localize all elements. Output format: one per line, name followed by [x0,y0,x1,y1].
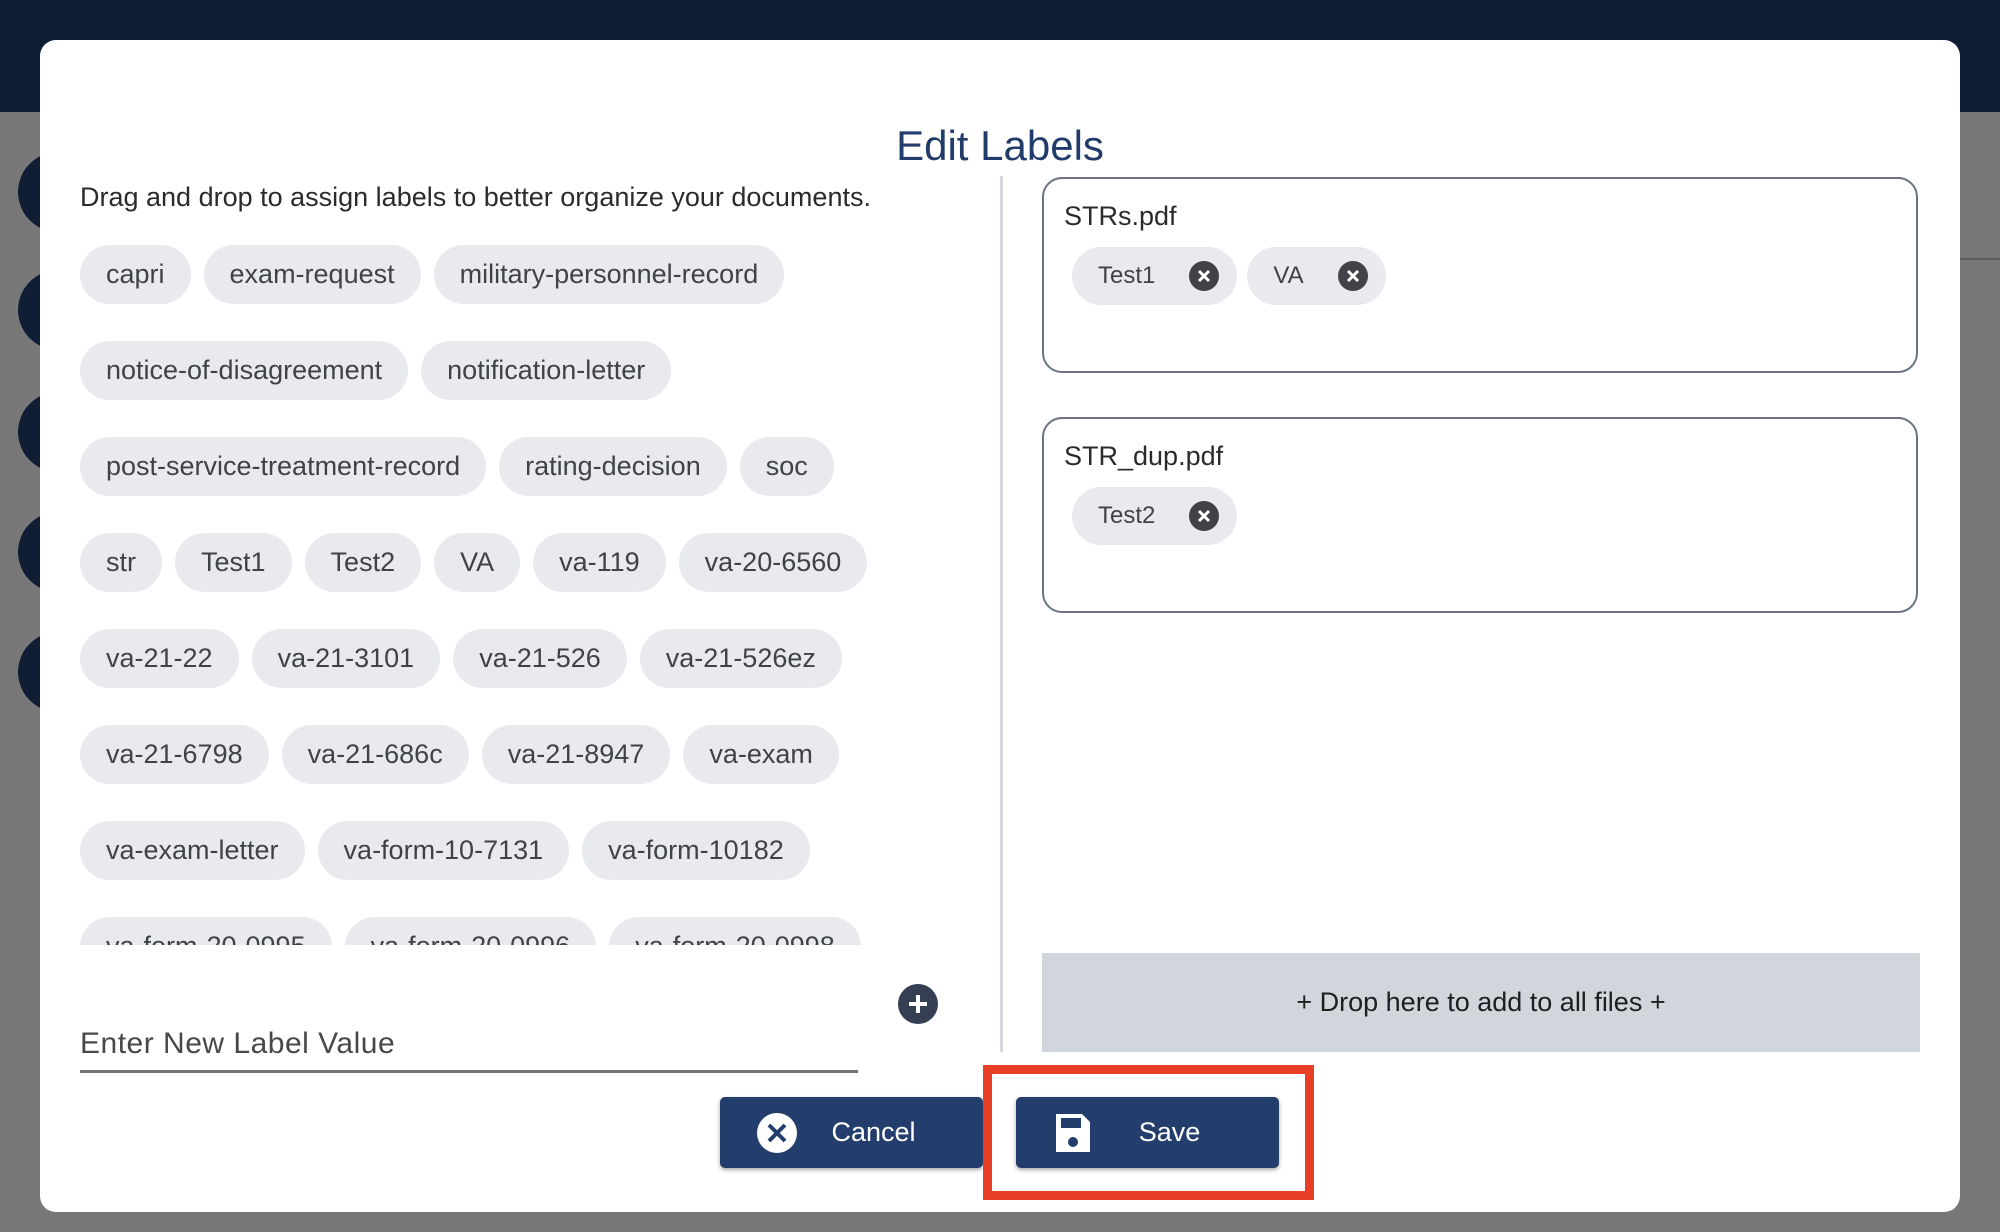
label-chip[interactable]: VA [434,533,521,592]
dropzone-text: + Drop here to add to all files + [1296,987,1666,1017]
label-chip[interactable]: Test1 [175,533,292,592]
label-chip[interactable]: va-21-686c [281,725,469,784]
file-labels: Test2 [1072,487,1238,545]
label-chip[interactable]: va-21-3101 [251,629,441,688]
dialog-title: Edit Labels [896,122,1104,169]
edit-labels-dialog: Edit Labels Drag and drop to assign labe… [40,40,1960,1212]
label-chip[interactable]: military-personnel-record [433,245,785,304]
remove-label-icon[interactable] [1189,501,1220,531]
label-row: post-service-treatment-record rating-deci… [80,437,940,496]
drop-all-files-zone[interactable]: + Drop here to add to all files + [1042,953,1920,1052]
label-chip[interactable]: va-form-10-7131 [317,821,570,880]
file-name: STRs.pdf [1064,201,1177,231]
new-label-input[interactable] [80,1018,858,1073]
label-chip[interactable]: va-form-20-0998 [609,917,861,945]
label-chip[interactable]: va-form-20-0995 [80,917,332,945]
label-chip[interactable]: va-21-22 [80,629,239,688]
file-card[interactable]: STR_dup.pdf Test2 [1042,417,1918,613]
label-row: va-21-6798 va-21-686c va-21-8947 va-exam [80,725,940,784]
file-card[interactable]: STRs.pdf Test1 VA [1042,177,1918,373]
label-chip[interactable]: notification-letter [421,341,672,400]
plus-icon [909,995,927,1013]
label-chip[interactable]: va-exam-letter [80,821,305,880]
label-chip[interactable]: va-form-10182 [582,821,810,880]
label-chip[interactable]: post-service-treatment-record [80,437,487,496]
label-chip[interactable]: va-exam [683,725,839,784]
label-chip[interactable]: va-119 [533,533,666,592]
label-chip[interactable]: va-21-8947 [481,725,671,784]
cancel-label: Cancel [831,1117,916,1147]
label-row: capri exam-request military-personnel-reco… [80,245,940,304]
assigned-label-text: Test2 [1098,502,1156,529]
label-chip[interactable]: notice-of-disagreement [80,341,409,400]
panel-divider [1000,176,1003,1052]
label-chip[interactable]: soc [739,437,834,496]
background-divider [1960,258,2000,260]
label-chip[interactable]: va-form-20-0996 [344,917,597,945]
label-chip[interactable]: rating-decision [499,437,727,496]
label-chip[interactable]: va-21-526ez [639,629,842,688]
assigned-label-chip[interactable]: Test1 [1072,247,1238,305]
label-chip[interactable]: va-21-6798 [80,725,269,784]
assigned-label-chip[interactable]: Test2 [1072,487,1238,545]
label-row: notice-of-disagreement notification-lette… [80,341,940,400]
assigned-label-text: Test1 [1098,262,1156,289]
label-chip[interactable]: Test2 [304,533,422,592]
save-button[interactable]: Save [1016,1097,1279,1168]
label-row: va-exam-letter va-form-10-7131 va-form-101… [80,821,940,880]
label-row: va-21-22 va-21-3101 va-21-526 va-21-526ez [80,629,940,688]
file-name: STR_dup.pdf [1064,441,1224,471]
cancel-button[interactable]: Cancel [720,1097,983,1168]
label-row: va-form-20-0995 va-form-20-0996 va-form-20… [80,917,940,945]
label-chip[interactable]: exam-request [203,245,421,304]
label-chip[interactable]: str [80,533,162,592]
label-row: str Test1 Test2 VA va-119 va-20-6560 [80,533,940,592]
remove-label-icon[interactable] [1189,261,1220,291]
remove-label-icon[interactable] [1337,261,1368,291]
label-chip[interactable]: va-21-526 [453,629,627,688]
assigned-label-text: VA [1273,262,1304,289]
assigned-label-chip[interactable]: VA [1247,247,1386,305]
label-chip[interactable]: capri [80,245,191,304]
label-pool[interactable]: capri exam-request military-personnel-reco… [80,245,940,945]
save-label: Save [1138,1117,1201,1147]
add-label-button[interactable] [898,984,938,1024]
instructions-text: Drag and drop to assign labels to better… [80,182,871,212]
label-chip[interactable]: va-20-6560 [678,533,868,592]
file-labels: Test1 VA [1072,247,1386,305]
